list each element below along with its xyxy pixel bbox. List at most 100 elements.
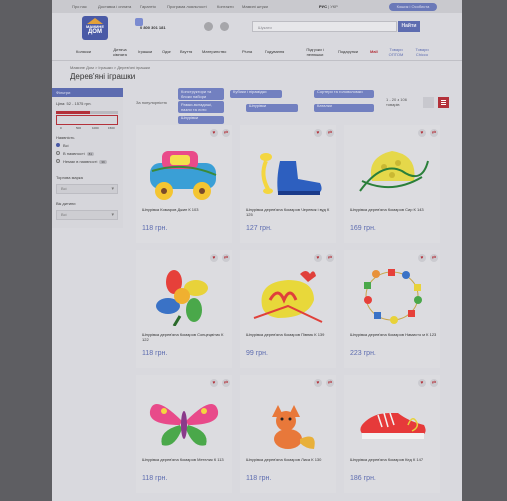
product-price: 169 грн. <box>350 225 376 232</box>
price-label: Ціна: 52 - 1575 грн. <box>56 101 92 106</box>
nav-item-mall[interactable]: Mall <box>370 49 378 54</box>
compare-icon[interactable]: ⇄ <box>430 129 438 137</box>
nav-item[interactable]: Одяг <box>162 49 171 54</box>
radio-all-label: Всі <box>63 143 69 148</box>
filter-tag[interactable]: Сортери та головоломки <box>314 90 374 98</box>
main-nav: Коляски Дитяча кімната Іграшки Одяг Взут… <box>52 44 462 61</box>
search-input[interactable]: Шукати <box>252 21 397 32</box>
viber-icon[interactable] <box>204 22 213 31</box>
filter-tag[interactable]: Каталки <box>314 104 374 112</box>
nav-item-opt[interactable]: Товари ОПТОМ <box>386 47 406 57</box>
brand-select[interactable]: Всі <box>56 184 118 194</box>
product-card[interactable]: ♥ ⇄ Шнурівка дерев'яна Комаров Метелик К… <box>136 375 232 493</box>
wishlist-icon[interactable]: ♥ <box>418 379 426 387</box>
product-name[interactable]: Шнурівка дерев'яна Комаров Півник К 139 <box>246 332 334 337</box>
nav-item[interactable]: Взуття <box>180 49 192 54</box>
logo[interactable]: МАМИНЕ ДОМ <box>82 16 108 40</box>
product-card[interactable]: ♥ ⇄ Шнурівка дерев'яна Комаров Сонцецвіт… <box>136 250 232 368</box>
nav-item[interactable]: Материнство <box>202 49 226 54</box>
filter-tag[interactable]: Кубики і пірамідки <box>230 90 282 98</box>
product-name[interactable]: Шнурівка дерев'яна Комаров Кед К 147 <box>350 457 438 462</box>
list-view-button[interactable] <box>438 97 449 108</box>
nav-item[interactable]: Подарунки <box>338 49 358 54</box>
compare-icon[interactable]: ⇄ <box>430 379 438 387</box>
compare-icon[interactable]: ⇄ <box>326 129 334 137</box>
product-price: 127 грн. <box>246 225 272 232</box>
compare-icon[interactable]: ⇄ <box>222 379 230 387</box>
product-card[interactable]: ♥ ⇄ Шнурівка дерев'яна Комаров Намисто м… <box>344 250 440 368</box>
product-card[interactable]: ♥ ⇄ Шнурівка дерев'яна Комаров Сир К 143… <box>344 125 440 243</box>
product-name[interactable]: Шнурівка дерев'яна Комаров Сонцецвітик К… <box>142 332 230 342</box>
sort-label: За популярністю <box>136 100 167 105</box>
topbar-link[interactable]: Про нас <box>72 0 87 13</box>
topbar-link[interactable]: Мамині штуки <box>242 0 268 13</box>
product-card[interactable]: ♥ ⇄ Шнурівка дерев'яна Комаров Черевик і… <box>240 125 336 243</box>
wishlist-icon[interactable]: ♥ <box>418 254 426 262</box>
topbar-link[interactable]: Програма лояльності <box>167 0 207 13</box>
product-card[interactable]: ♥ ⇄ Шнурівка Комаров Джип К 103 118 грн. <box>136 125 232 243</box>
radio-in-stock[interactable] <box>56 151 60 155</box>
nav-item[interactable]: Підгузки і пелюшки <box>302 47 328 57</box>
wishlist-icon[interactable]: ♥ <box>314 129 322 137</box>
page: Про нас Доставка і оплата Гарантія Прогр… <box>52 0 462 501</box>
nav-item-chicco[interactable]: Товари Chicco <box>412 47 432 57</box>
price-tick: 1500 <box>108 126 115 130</box>
product-name[interactable]: Шнурівка дерев'яна Комаров Намисто м К 1… <box>350 332 438 337</box>
price-slider-fill <box>56 111 91 114</box>
wishlist-icon[interactable]: ♥ <box>314 379 322 387</box>
wishlist-icon[interactable]: ♥ <box>210 379 218 387</box>
lang-active[interactable]: РУС <box>319 4 327 9</box>
wishlist-icon[interactable]: ♥ <box>314 254 322 262</box>
radio-out-of-stock[interactable] <box>56 159 60 163</box>
radio-in-stock-label: В наявності 81 <box>63 151 95 156</box>
nav-item[interactable]: Коляски <box>76 49 91 54</box>
product-name[interactable]: Шнурівка дерев'яна Комаров Лиса К 130 <box>246 457 334 462</box>
filter-tag[interactable]: Шнурівки <box>178 116 224 124</box>
topbar-link[interactable]: Контакти <box>217 0 234 13</box>
topbar-link[interactable]: Доставка і оплата <box>98 0 131 13</box>
product-name[interactable]: Шнурівка Комаров Джип К 103 <box>142 207 230 212</box>
breadcrumb[interactable]: Мамине Дом > Іграшки > Дерев'яні іграшки <box>70 65 150 70</box>
phone-number[interactable]: 0 800 301 181 <box>140 25 166 30</box>
compare-icon[interactable]: ⇄ <box>222 129 230 137</box>
filter-tag[interactable]: Шнурівки <box>246 104 298 112</box>
compare-icon[interactable]: ⇄ <box>430 254 438 262</box>
age-select[interactable]: Всі <box>56 210 118 220</box>
lang-other[interactable]: УКР <box>330 4 338 9</box>
nav-item[interactable]: Річна <box>242 49 252 54</box>
topbar-link[interactable]: Гарантія <box>140 0 156 13</box>
cabinet-button[interactable]: Кошик і Особиста <box>389 3 437 11</box>
wishlist-icon[interactable]: ♥ <box>210 254 218 262</box>
nav-item[interactable]: Дитяча кімната <box>108 47 132 57</box>
product-price: 118 грн. <box>142 225 168 232</box>
product-name[interactable]: Шнурівка дерев'яна Комаров Черевик і вуд… <box>246 207 334 217</box>
product-card[interactable]: ♥ ⇄ Шнурівка дерев'яна Комаров Лиса К 13… <box>240 375 336 493</box>
wishlist-icon[interactable]: ♥ <box>418 129 426 137</box>
product-card[interactable]: ♥ ⇄ Шнурівка дерев'яна Комаров Півник К … <box>240 250 336 368</box>
top-bar: Про нас Доставка і оплата Гарантія Прогр… <box>52 0 462 13</box>
price-slider[interactable] <box>56 111 118 114</box>
product-name[interactable]: Шнурівка дерев'яна Комаров Метелик К 113 <box>142 457 230 462</box>
results-count: 1 - 20 з 106 товарів <box>386 97 407 107</box>
filter-sidebar: Фільтри Ціна: 52 - 1575 грн. 0 500 1000 … <box>52 88 123 228</box>
wishlist-icon[interactable]: ♥ <box>210 129 218 137</box>
product-name[interactable]: Шнурівка дерев'яна Комаров Сир К 143 <box>350 207 438 212</box>
price-range-box[interactable] <box>56 115 118 125</box>
compare-icon[interactable]: ⇄ <box>326 379 334 387</box>
product-card[interactable]: ♥ ⇄ Шнурівка дерев'яна Комаров Кед К 147… <box>344 375 440 493</box>
count-badge: 39 <box>99 160 107 164</box>
product-image-sneaker <box>360 412 426 439</box>
language-switch[interactable]: РУС | УКР <box>319 0 338 13</box>
search-button[interactable]: Найти <box>398 21 420 32</box>
filter-tag[interactable]: Рамки-вкладиші, пазли та лото <box>178 101 224 113</box>
availability-label: Наявність <box>56 135 75 140</box>
filter-tag[interactable]: Конструктори та блоки набори <box>178 88 224 100</box>
nav-item[interactable]: Годування <box>265 49 284 54</box>
compare-icon[interactable]: ⇄ <box>222 254 230 262</box>
brand-label: Торгова марка <box>56 175 83 180</box>
radio-all[interactable] <box>56 143 60 147</box>
nav-item[interactable]: Іграшки <box>138 49 152 54</box>
compare-icon[interactable]: ⇄ <box>326 254 334 262</box>
grid-view-button[interactable] <box>423 97 434 108</box>
telegram-icon[interactable] <box>220 22 229 31</box>
